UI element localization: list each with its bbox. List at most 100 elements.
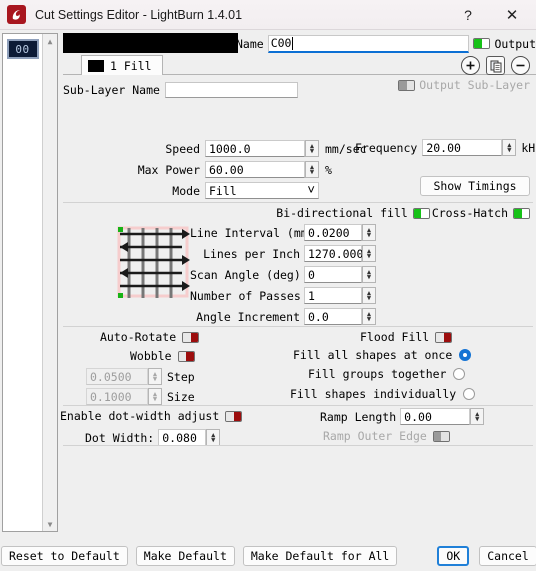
wobble-row: Wobble [130,349,195,363]
dialog-footer: Reset to Default Make Default Make Defau… [0,541,536,571]
lightburn-logo-icon [7,5,26,24]
wobble-step-row: 0.0500 ▲ ▼ Step [86,368,195,385]
make-default-button[interactable]: Make Default [135,546,235,566]
speed-label: Speed [165,141,200,156]
dot-width-enable-row: Enable dot-width adjust [60,409,243,423]
text-caret [292,36,294,50]
sublayer-name-input[interactable] [164,82,298,98]
speed-stepper[interactable]: ▲ ▼ [305,140,319,157]
scan-angle-input[interactable]: 0 [304,266,362,283]
lines-per-inch-input[interactable]: 1270.000 [304,245,363,262]
wobble-toggle[interactable] [177,350,195,362]
line-interval-stepper[interactable]: ▲ ▼ [362,224,376,241]
wobble-step-input: 0.0500 [86,368,148,385]
angle-increment-stepper[interactable]: ▲ ▼ [362,308,376,325]
chevron-down-icon: ˅ [307,182,315,198]
speed-input[interactable]: 1000.0 [205,140,305,157]
title-bar: Cut Settings Editor - LightBurn 1.4.01 ?… [0,0,536,30]
name-input-value: C00 [270,36,292,50]
show-timings-button[interactable]: Show Timings [420,176,530,196]
ramp-length-input[interactable]: 0.00 [400,408,471,425]
sublayer-actions [461,56,530,75]
flood-fill-toggle[interactable] [435,331,453,343]
help-icon[interactable]: ? [448,0,488,30]
scan-angle-label: Scan Angle (deg) [190,267,301,282]
wobble-size-input: 0.1000 [86,388,148,405]
minus-circle-icon[interactable] [511,56,530,75]
dot-width-row: Dot Width: 0.080 ▲ ▼ [85,429,221,446]
dot-width-input[interactable]: 0.080 [158,429,207,446]
plus-circle-icon[interactable] [461,56,480,75]
layer-list-panel: 00 ▲ ▼ [2,33,58,532]
scroll-up-icon[interactable]: ▲ [43,34,57,48]
number-of-passes-stepper[interactable]: ▲ ▼ [362,287,376,304]
ramp-length-stepper[interactable]: ▲ ▼ [470,408,485,425]
wobble-size-stepper: ▲ ▼ [148,388,162,405]
fill-all-radio[interactable] [459,349,472,361]
scroll-down-icon[interactable]: ▼ [43,517,57,531]
bidirectional-toggle[interactable] [412,207,430,219]
auto-rotate-label: Auto-Rotate [100,330,177,344]
fill-all-label: Fill all shapes at once [293,348,453,362]
angle-increment-input[interactable]: 0.0 [304,308,362,325]
tab-fill-label: 1 Fill [110,58,152,73]
fill-groups-row: Fill groups together [308,367,466,381]
max-power-stepper[interactable]: ▲ ▼ [305,161,319,178]
cancel-button[interactable]: Cancel [479,546,536,566]
line-interval-input[interactable]: 0.0200 [304,224,362,241]
mode-label: Mode [172,183,200,198]
window-title: Cut Settings Editor - LightBurn 1.4.01 [35,7,243,22]
output-toggle[interactable] [473,38,491,49]
mode-select[interactable]: Fill ˅ [205,182,319,199]
ok-button[interactable]: OK [437,546,470,566]
line-interval-row: Line Interval (mm) 0.0200 ▲ ▼ [190,224,376,241]
number-of-passes-input[interactable]: 1 [304,287,362,304]
divider-4 [63,445,533,446]
fill-individually-radio[interactable] [463,388,476,400]
tab-fill[interactable]: 1 Fill [81,55,163,75]
divider-2 [63,326,533,327]
fill-pattern-preview [116,225,194,303]
layer-list-scrollbar[interactable]: ▲ ▼ [42,34,57,531]
ramp-length-row: Ramp Length 0.00 ▲ ▼ [320,408,485,425]
close-icon[interactable]: ✕ [492,0,532,30]
wobble-size-row: 0.1000 ▲ ▼ Size [86,388,195,405]
dot-width-stepper[interactable]: ▲ ▼ [206,429,221,446]
frequency-input[interactable]: 20.00 [422,139,503,156]
output-toggle-group[interactable]: Output [473,37,536,51]
name-label: Name [236,36,264,51]
layer-color-bar [63,33,238,53]
fill-individually-row: Fill shapes individually [290,387,476,401]
dot-width-enable-toggle[interactable] [225,410,243,422]
layer-item-00[interactable]: 00 [6,39,39,59]
max-power-input[interactable]: 60.00 [205,161,305,178]
scan-angle-stepper[interactable]: ▲ ▼ [362,266,376,283]
layer-list[interactable]: 00 [3,34,42,531]
name-input[interactable]: C00 [267,34,470,53]
wobble-step-stepper: ▲ ▼ [148,368,162,385]
frequency-stepper[interactable]: ▲ ▼ [502,139,517,156]
lines-per-inch-label: Lines per Inch [203,246,300,261]
fill-groups-radio[interactable] [453,368,466,380]
crosshatch-toggle[interactable] [513,207,530,219]
max-power-row: Max Power 60.00 ▲ ▼ % [118,161,332,178]
dot-width-label: Dot Width: [85,430,155,445]
make-default-for-all-button[interactable]: Make Default for All [242,546,398,566]
lines-per-inch-stepper[interactable]: ▲ ▼ [362,245,376,262]
max-power-label: Max Power [137,162,200,177]
frequency-label: Frequency [355,140,418,155]
ramp-outer-edge-row: Ramp Outer Edge [323,429,450,443]
max-power-units: % [325,162,332,177]
auto-rotate-toggle[interactable] [182,331,200,343]
mode-select-value: Fill [209,183,237,198]
frequency-units: kHz [521,140,536,155]
scan-angle-row: Scan Angle (deg) 0 ▲ ▼ [190,266,376,283]
crosshatch-label: Cross-Hatch [431,206,508,220]
fill-groups-label: Fill groups together [308,367,447,381]
sublayer-name-row: Sub-Layer Name [63,81,298,99]
flood-fill-label: Flood Fill [360,330,430,344]
reset-to-default-button[interactable]: Reset to Default [1,546,128,566]
sublayer-name-label: Sub-Layer Name [63,83,160,97]
wobble-size-label: Size [167,389,195,404]
copy-icon[interactable] [486,56,505,75]
